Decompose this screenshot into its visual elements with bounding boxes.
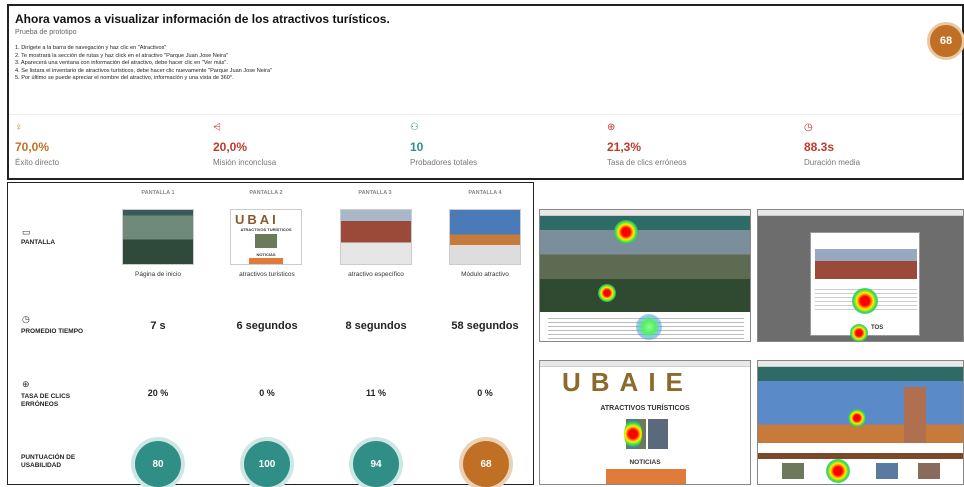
church-tower bbox=[904, 387, 926, 443]
divider bbox=[9, 114, 962, 115]
overall-score-badge: 68 bbox=[927, 22, 964, 60]
step-5: 5. Por último se puede apreciar el nombr… bbox=[15, 75, 234, 82]
heat-spot bbox=[636, 314, 662, 340]
clock-icon: ◷ bbox=[804, 122, 813, 133]
heatmap-screen-2[interactable]: TOS bbox=[757, 209, 964, 342]
hero-image bbox=[540, 230, 750, 312]
attractions-letters: UBAIE bbox=[562, 367, 693, 397]
metric-unfinished: ⩤ 20,0% Misión inconclusa bbox=[213, 122, 403, 167]
step-1: 1. Dirígete a la barra de navegación y h… bbox=[15, 45, 167, 51]
usability-score: 94 bbox=[353, 441, 399, 487]
usability-score: 80 bbox=[135, 441, 181, 487]
heat-spot bbox=[598, 284, 616, 302]
screen-caption: Página de inicio bbox=[135, 271, 181, 278]
click-icon: ⊕ bbox=[22, 379, 30, 389]
metric-label: Duración media bbox=[804, 158, 861, 167]
metric-value: 20,0% bbox=[213, 140, 248, 154]
metric-direct-success: ♀ 70,0% Éxito directo bbox=[15, 122, 205, 167]
step-4: 4. Se listara el inventario de atractivo… bbox=[15, 67, 273, 74]
thumb-heading: ATRACTIVOS TURÍSTICOS bbox=[240, 227, 292, 232]
avg-time: 7 s bbox=[150, 320, 166, 332]
metric-value: 21,3% bbox=[607, 140, 642, 154]
modal-caption: TOS bbox=[871, 325, 884, 331]
browser-bar bbox=[758, 210, 963, 216]
metric-value: 10 bbox=[410, 140, 424, 154]
news-image bbox=[606, 469, 686, 484]
misclick-rate: 0 % bbox=[259, 388, 275, 398]
thumb-subheading: NOTICIAS bbox=[256, 252, 276, 257]
metric-avg-duration: ◷ 88.3s Duración media bbox=[804, 122, 964, 167]
usability-score: 68 bbox=[463, 441, 509, 487]
modal-image bbox=[815, 249, 917, 279]
clock-icon: ◷ bbox=[22, 314, 30, 324]
metric-value: 70,0% bbox=[15, 140, 50, 154]
users-icon: ⚇ bbox=[410, 122, 419, 133]
nav-bar bbox=[540, 216, 750, 230]
heat-spot bbox=[826, 459, 850, 483]
misclick-rate: 20 % bbox=[147, 388, 169, 398]
screen-icon: ▭ bbox=[22, 227, 31, 237]
heatmap-screen-4[interactable]: LOUTE RCR DESCUBRA bbox=[757, 360, 964, 485]
usability-score: 100 bbox=[244, 441, 290, 487]
metric-misclick-rate: ⊕ 21,3% Tasa de clics erróneos bbox=[607, 122, 797, 167]
step-2: 2. Te mostrará la sección de rutas y haz… bbox=[15, 52, 229, 59]
metric-label: Misión inconclusa bbox=[213, 158, 277, 167]
step-3: 3. Aparecerá una ventana con información… bbox=[15, 60, 228, 67]
trophy-icon: ♀ bbox=[15, 122, 23, 133]
misclick-rate: 11 % bbox=[365, 388, 387, 398]
screen-caption: atractivos turísticos bbox=[239, 271, 295, 278]
metric-testers: ⚇ 10 Probadores totales bbox=[410, 122, 600, 167]
task-subtitle: Prueba de prototipo bbox=[15, 29, 77, 36]
gallery-image bbox=[918, 463, 940, 479]
gallery-image bbox=[782, 463, 804, 479]
broken-path-icon: ⩤ bbox=[213, 122, 221, 133]
heat-spot bbox=[850, 324, 868, 341]
metric-value: 88.3s bbox=[804, 140, 835, 154]
attractions-heading: ATRACTIVOS TURÍSTICOS bbox=[600, 405, 690, 412]
heatmap-screen-3[interactable]: UBAIE ATRACTIVOS TURÍSTICOS NOTICIAS bbox=[539, 360, 751, 485]
thumb-image bbox=[255, 234, 277, 248]
task-title: Ahora vamos a visualizar información de … bbox=[15, 12, 390, 26]
heat-spot bbox=[848, 409, 866, 427]
row-label-usability: PUNTUACIÓN DE USABILIDAD bbox=[21, 454, 76, 469]
click-icon: ⊕ bbox=[607, 122, 616, 133]
metric-label: Éxito directo bbox=[15, 158, 60, 167]
news-heading: NOTICIAS bbox=[629, 459, 661, 466]
screen-thumbnail-attractions[interactable]: UBAI ATRACTIVOS TURÍSTICOS NOTICIAS bbox=[230, 209, 302, 265]
task-steps: 1. Dirígete a la barra de navegación y h… bbox=[15, 45, 272, 83]
metric-label: Probadores totales bbox=[410, 158, 478, 167]
column-header: PANTALLA 2 bbox=[249, 190, 283, 196]
column-header: PANTALLA 3 bbox=[358, 190, 392, 196]
task-panel: Ahora vamos a visualizar información de … bbox=[7, 4, 964, 180]
screens-table: PANTALLA 1 PANTALLA 2 PANTALLA 3 PANTALL… bbox=[7, 182, 534, 487]
metric-label: Tasa de clics erróneos bbox=[607, 158, 687, 167]
screen-thumbnail-home[interactable] bbox=[122, 209, 194, 265]
screen-thumbnail-specific[interactable] bbox=[340, 209, 412, 265]
row-label-misclicks: TASA DE CLICS ERRÓNEOS bbox=[21, 393, 71, 408]
misclick-rate: 0 % bbox=[477, 388, 493, 398]
screen-caption: atractivo específico bbox=[348, 271, 404, 278]
thumb-news-image bbox=[249, 258, 283, 264]
menu-strip bbox=[758, 453, 963, 459]
thumb-letters: UBAI bbox=[235, 212, 279, 227]
column-header: PANTALLA 4 bbox=[468, 190, 502, 196]
heat-spot bbox=[614, 220, 638, 244]
row-label-time: PROMEDIO TIEMPO bbox=[21, 328, 84, 335]
avg-time: 6 segundos bbox=[236, 320, 298, 332]
attraction-image bbox=[648, 419, 668, 449]
heat-spot bbox=[624, 419, 642, 449]
avg-time: 8 segundos bbox=[345, 320, 407, 332]
banner-text: LOUTE RCR DESCUBRA bbox=[833, 443, 887, 448]
avg-time: 58 segundos bbox=[451, 320, 519, 332]
screen-caption: Módulo atractivo bbox=[461, 271, 509, 278]
nav-bar bbox=[758, 367, 963, 381]
row-label-screen: PANTALLA bbox=[21, 239, 56, 246]
heatmap-screen-1[interactable] bbox=[539, 209, 751, 342]
screen-thumbnail-module[interactable] bbox=[449, 209, 521, 265]
heat-spot bbox=[852, 288, 878, 314]
gallery-image bbox=[876, 463, 898, 479]
modal-window: TOS bbox=[810, 232, 920, 336]
column-header: PANTALLA 1 bbox=[141, 190, 175, 196]
